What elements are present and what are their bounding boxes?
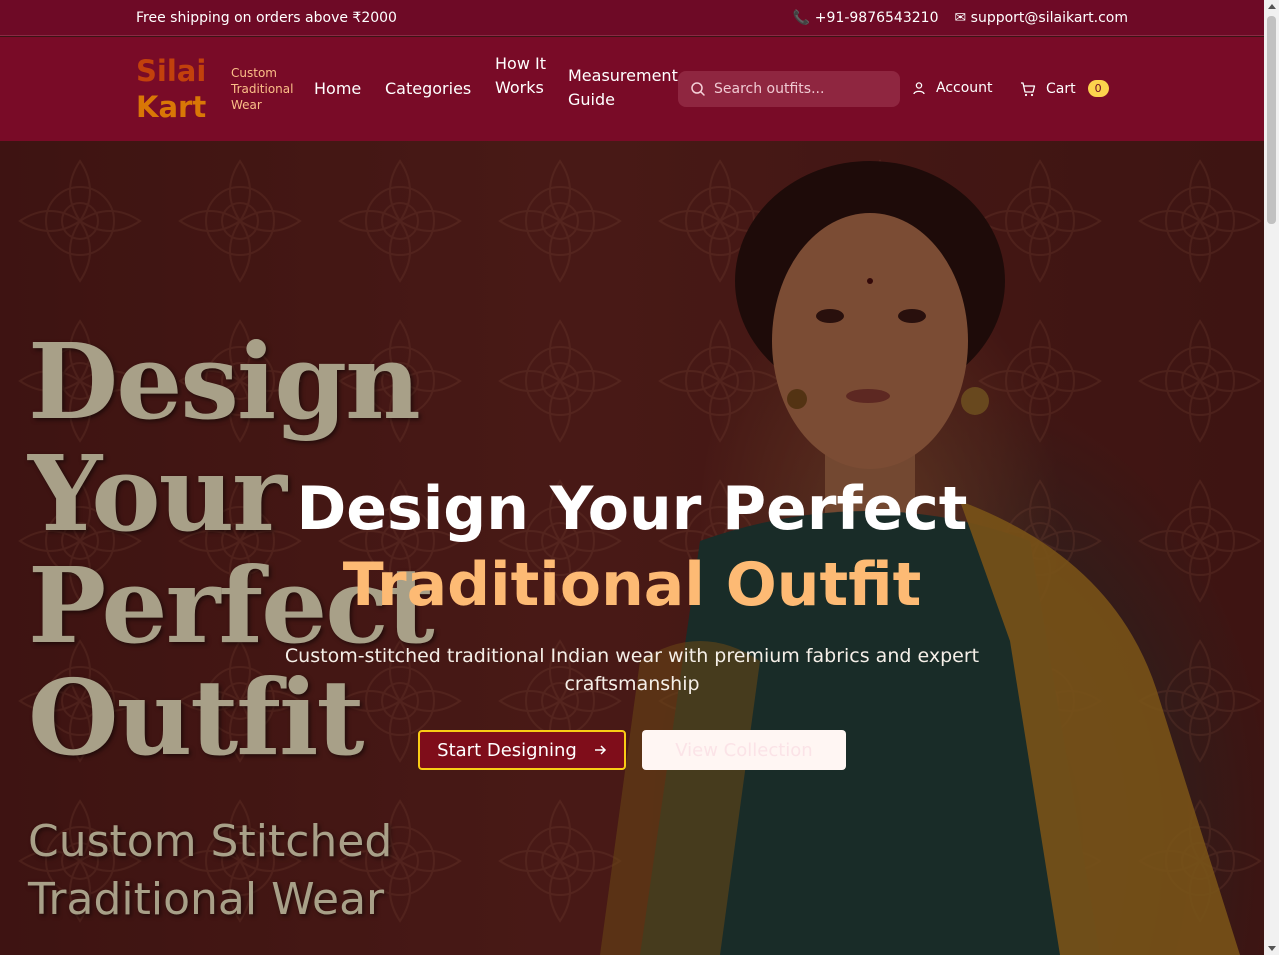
page-scrollbar[interactable] (1264, 0, 1279, 955)
cart-icon (1021, 81, 1036, 96)
free-shipping-promo: Free shipping on orders above ₹2000 (136, 10, 397, 26)
account-label: Account (936, 80, 993, 96)
search-input[interactable] (714, 71, 894, 107)
headline-line-2: Traditional Outfit (342, 550, 922, 620)
start-designing-label: Start Designing (437, 739, 577, 761)
search-box (678, 71, 900, 107)
scroll-down-arrow-icon[interactable] (1268, 946, 1276, 951)
poster-subtitle-text: Custom Stitched Traditional Wear (28, 816, 393, 925)
hero-banner: Design Your Perfect Outfit Custom Stitch… (0, 141, 1264, 955)
nav-how-it-works[interactable]: How It Works (495, 52, 547, 100)
nav-measurement-guide[interactable]: Measurement Guide (568, 64, 680, 112)
arrow-right-icon (594, 745, 606, 755)
nav-home[interactable]: Home (314, 77, 361, 101)
phone-link[interactable]: 📞 +91-9876543210 (793, 10, 939, 26)
hero-headline: Design Your Perfect Traditional Outfit (0, 471, 1264, 623)
account-link[interactable]: Account (912, 80, 993, 96)
scrollbar-thumb[interactable] (1267, 16, 1276, 224)
hero-subtext: Custom-stitched traditional Indian wear … (284, 645, 980, 695)
search-icon (691, 82, 705, 96)
logo[interactable]: Silai Kart (136, 53, 206, 125)
logo-word-kart: Kart (136, 90, 207, 124)
email-link[interactable]: ✉ support@silaikart.com (954, 10, 1128, 26)
top-announcement-bar: Free shipping on orders above ₹2000 📞 +9… (0, 0, 1264, 36)
site-header: Silai Kart Custom Traditional Wear Home … (0, 37, 1264, 141)
scroll-up-arrow-icon[interactable] (1268, 4, 1276, 9)
view-collection-button[interactable]: View Collection (642, 730, 846, 770)
cart-count-badge: 0 (1087, 80, 1109, 97)
headline-line-1: Design Your Perfect (296, 474, 968, 544)
start-designing-button[interactable]: Start Designing (418, 730, 626, 770)
cart-label: Cart (1046, 80, 1076, 97)
logo-word-silai: Silai (136, 54, 207, 88)
logo-tagline: Custom Traditional Wear (231, 66, 294, 112)
contact-info: 📞 +91-9876543210 ✉ support@silaikart.com (793, 10, 1128, 26)
cart-link[interactable]: Cart 0 (1020, 80, 1109, 97)
user-icon (913, 82, 925, 95)
nav-categories[interactable]: Categories (385, 77, 471, 101)
